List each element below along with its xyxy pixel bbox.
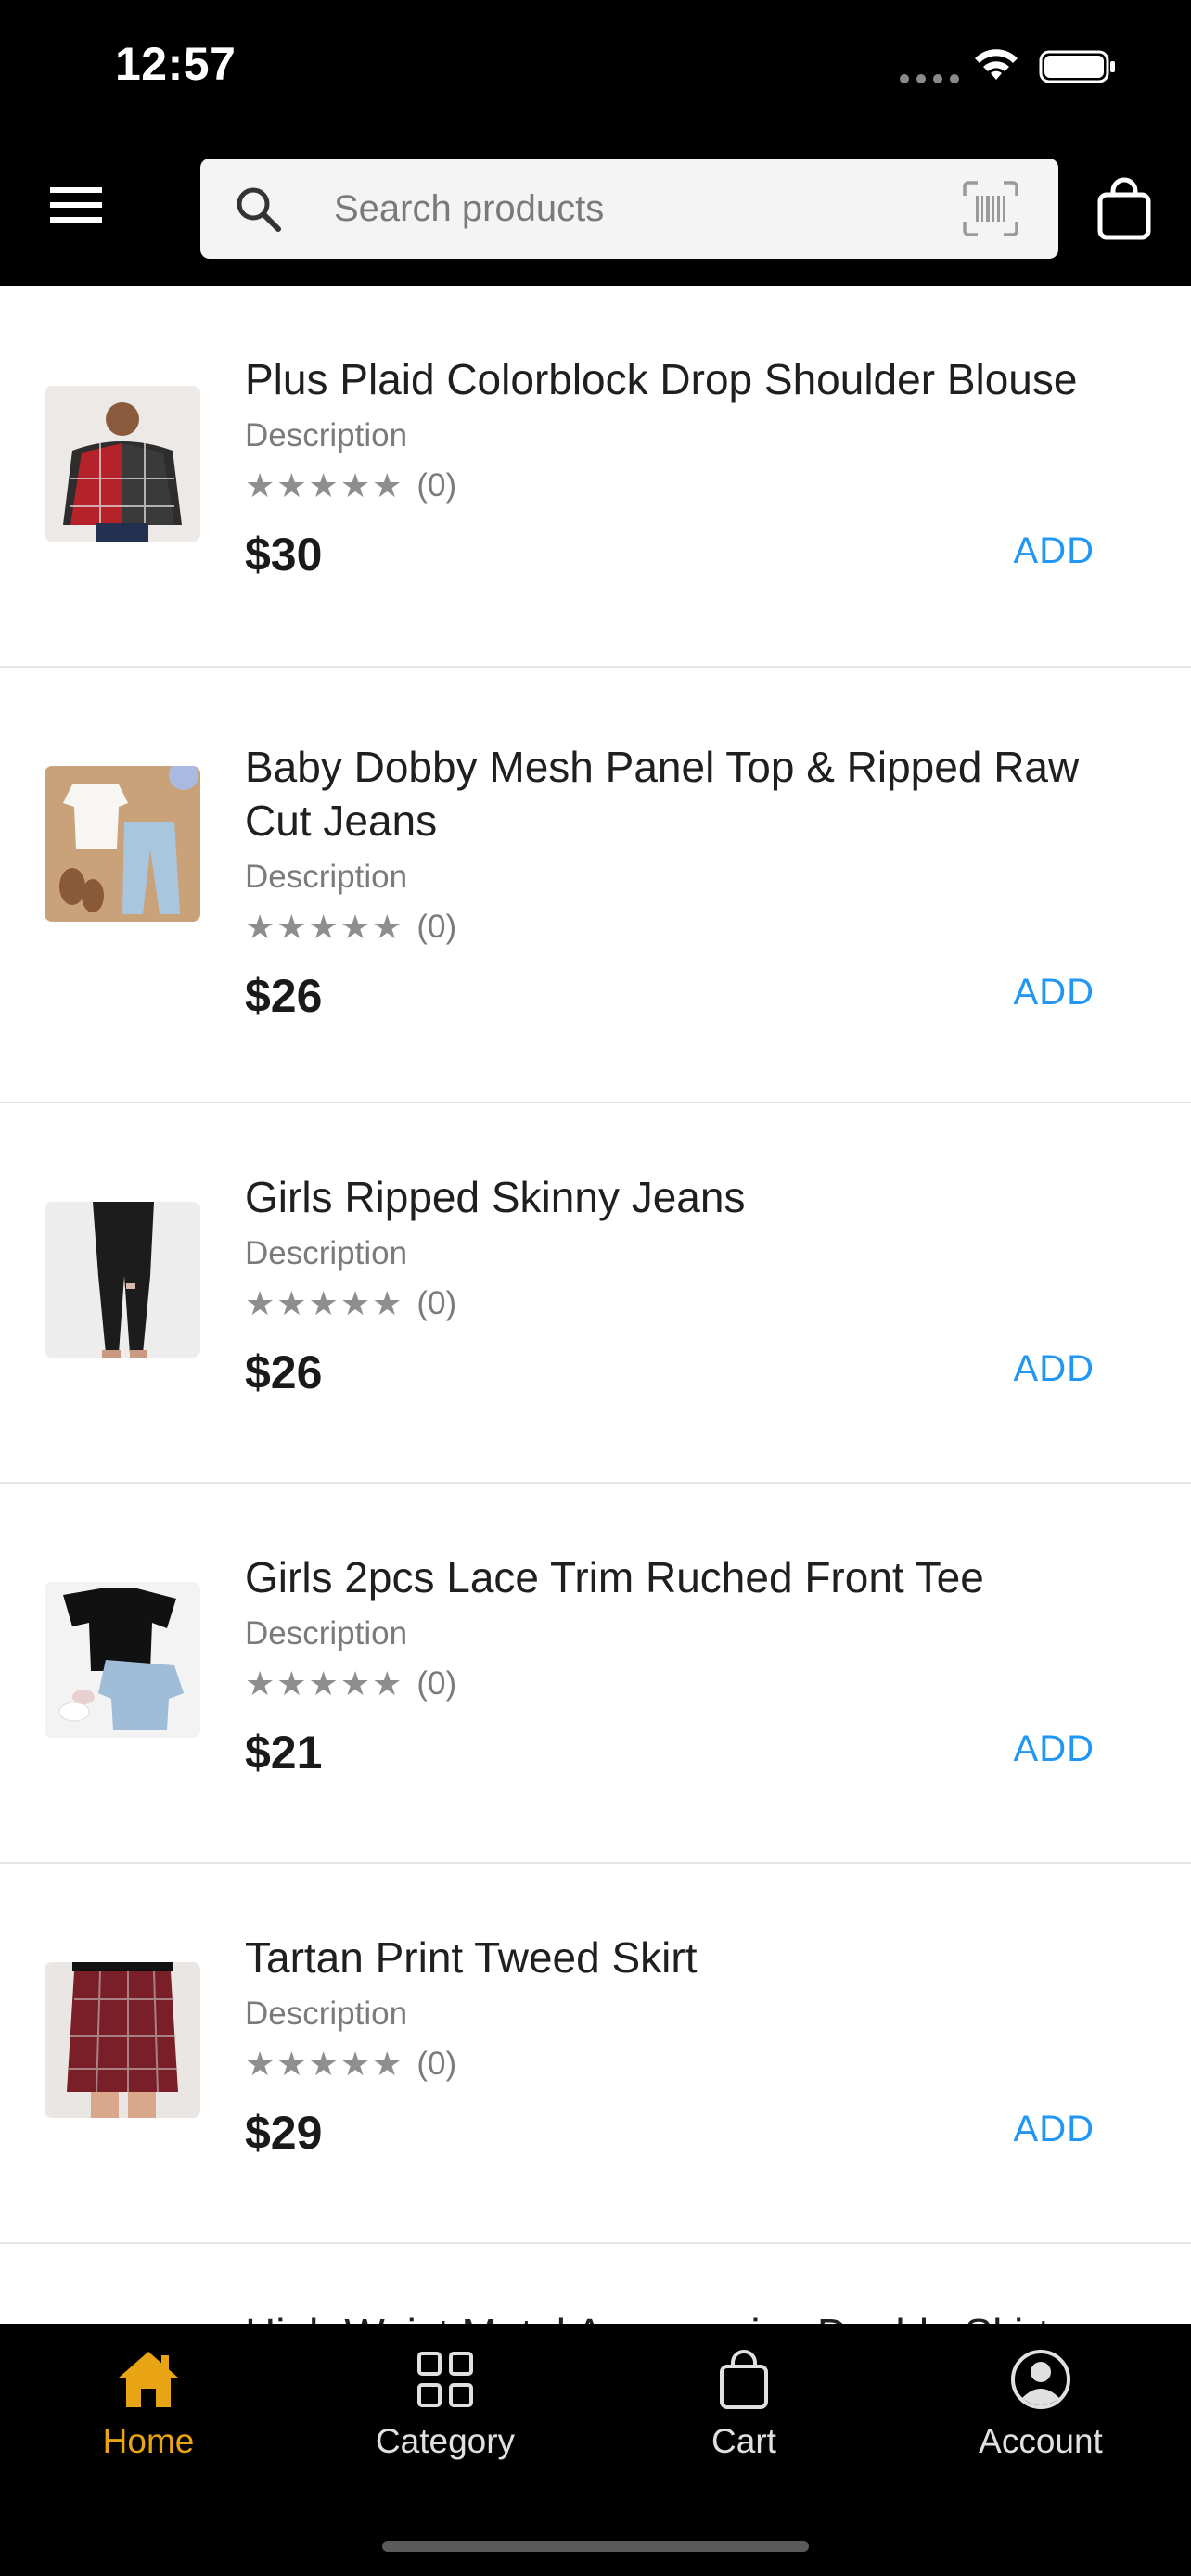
product-item[interactable]: Plus Plaid Colorblock Drop Shoulder Blou…: [0, 286, 1191, 668]
review-count: (0): [416, 1665, 457, 1702]
search-icon: [237, 187, 281, 232]
tab-category-label: Category: [375, 2422, 516, 2460]
account-icon: [1011, 2350, 1070, 2409]
review-count: (0): [416, 2046, 457, 2082]
product-rating: ★★★★★ (0): [245, 1283, 1135, 1324]
tab-home[interactable]: Home: [37, 2346, 260, 2485]
review-count: (0): [416, 1285, 457, 1321]
tab-cart[interactable]: Cart: [633, 2346, 855, 2485]
product-name[interactable]: Plus Plaid Colorblock Drop Shoulder Blou…: [245, 352, 1135, 406]
add-to-cart-button[interactable]: ADD: [1014, 972, 1095, 1014]
wifi-icon: [975, 49, 1018, 80]
star-rating-icon: ★★★★★: [245, 466, 404, 505]
home-icon: [119, 2352, 178, 2407]
product-list: Plus Plaid Colorblock Drop Shoulder Blou…: [0, 286, 1191, 2324]
product-rating: ★★★★★ (0): [245, 907, 1135, 948]
product-item[interactable]: Tartan Print Tweed Skirt Description ★★★…: [0, 1864, 1191, 2244]
product-price: $21: [245, 1727, 323, 1779]
signal-icon: [900, 74, 959, 83]
product-price: $29: [245, 2107, 323, 2159]
product-description: Description: [245, 859, 408, 895]
tab-home-label: Home: [102, 2422, 195, 2460]
product-description: Description: [245, 417, 408, 453]
review-count: (0): [416, 467, 457, 504]
star-rating-icon: ★★★★★: [245, 1664, 404, 1703]
home-indicator[interactable]: [382, 2541, 809, 2552]
product-rating: ★★★★★ (0): [245, 465, 1135, 506]
add-to-cart-button[interactable]: ADD: [1014, 1348, 1095, 1390]
app-screen: 12:57 Search products Plus Plaid Colorbl…: [0, 0, 1191, 2576]
search-bar[interactable]: [200, 159, 1058, 259]
product-name[interactable]: Girls 2pcs Lace Trim Ruched Front Tee: [245, 1550, 1135, 1604]
product-image[interactable]: [45, 386, 200, 542]
menu-icon[interactable]: [48, 184, 104, 226]
star-rating-icon: ★★★★★: [245, 908, 404, 947]
bag-icon: [720, 2350, 768, 2409]
product-item[interactable]: Girls 2pcs Lace Trim Ruched Front Tee De…: [0, 1484, 1191, 1864]
shopping-bag-icon[interactable]: [1095, 176, 1154, 241]
barcode-scan-icon[interactable]: [961, 179, 1020, 238]
bottom-tab-bar: Home Category Cart Account: [0, 2324, 1191, 2576]
product-item[interactable]: Baby Dobby Mesh Panel Top & Ripped Raw C…: [0, 668, 1191, 1103]
grid-icon: [417, 2352, 473, 2407]
product-description: Description: [245, 1615, 408, 1651]
tab-category[interactable]: Category: [334, 2346, 557, 2485]
product-rating: ★★★★★ (0): [245, 2044, 1135, 2085]
tab-account[interactable]: Account: [929, 2346, 1152, 2485]
star-rating-icon: ★★★★★: [245, 1284, 404, 1323]
add-to-cart-button[interactable]: ADD: [1014, 530, 1095, 572]
tab-cart-label: Cart: [711, 2422, 776, 2460]
product-image[interactable]: [45, 1582, 200, 1738]
tab-account-label: Account: [979, 2422, 1103, 2460]
add-to-cart-button[interactable]: ADD: [1014, 2109, 1095, 2150]
product-image[interactable]: [45, 766, 200, 922]
star-rating-icon: ★★★★★: [245, 2045, 404, 2084]
add-to-cart-button[interactable]: ADD: [1014, 1728, 1095, 1770]
search-input[interactable]: [334, 179, 853, 238]
product-name[interactable]: Baby Dobby Mesh Panel Top & Ripped Raw C…: [245, 740, 1135, 848]
product-price: $30: [245, 529, 323, 580]
product-price: $26: [245, 970, 323, 1022]
status-time: 12:57: [115, 38, 237, 90]
product-description: Description: [245, 1996, 408, 2032]
product-price: $26: [245, 1346, 323, 1398]
product-item[interactable]: Girls Ripped Skinny Jeans Description ★★…: [0, 1103, 1191, 1484]
battery-icon: [1039, 50, 1115, 83]
top-bar: 12:57: [0, 0, 1191, 286]
product-name[interactable]: Girls Ripped Skinny Jeans: [245, 1170, 1135, 1224]
product-image[interactable]: [45, 1962, 200, 2118]
product-rating: ★★★★★ (0): [245, 1664, 1135, 1704]
review-count: (0): [416, 909, 457, 945]
product-name[interactable]: Tartan Print Tweed Skirt: [245, 1931, 1135, 1984]
product-description: Description: [245, 1235, 408, 1271]
product-image[interactable]: [45, 1202, 200, 1358]
